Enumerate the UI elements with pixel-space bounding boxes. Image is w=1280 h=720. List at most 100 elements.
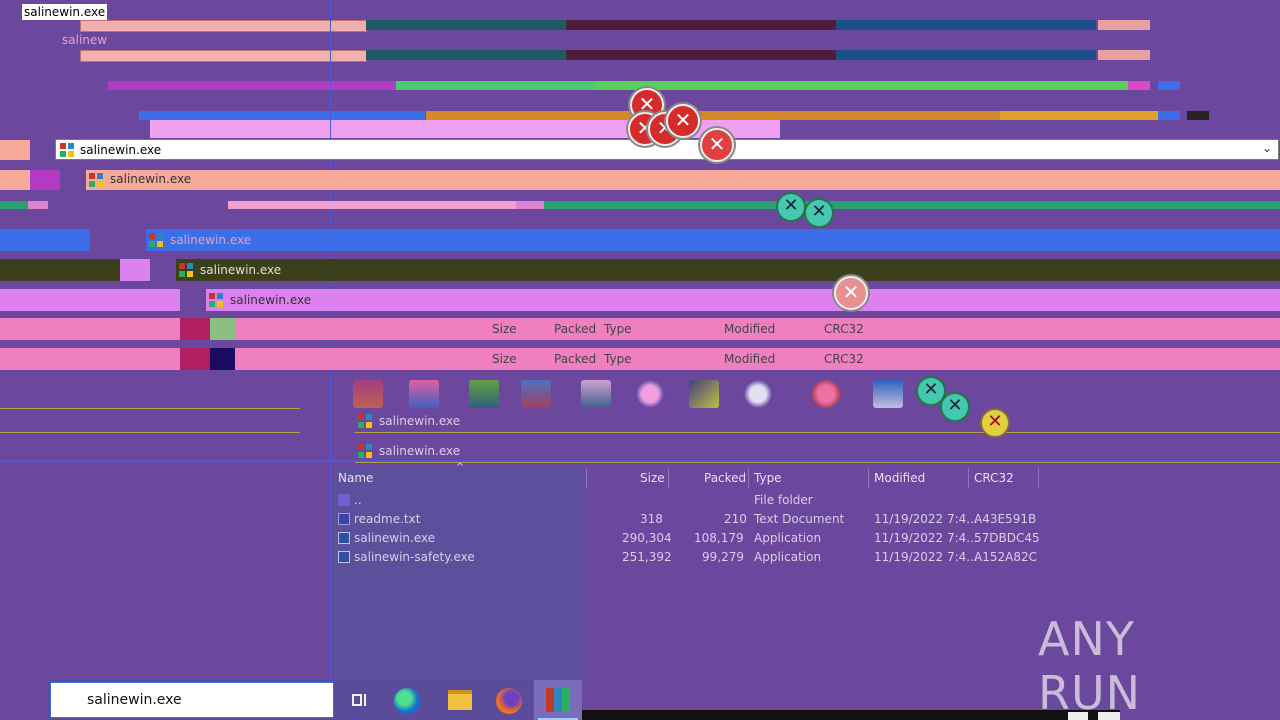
ghost-address-text: salinewin.exe: [379, 444, 461, 458]
file-modified: 11/19/2022 7:4...: [874, 531, 978, 545]
col-name[interactable]: Name: [338, 468, 373, 488]
anyrun-watermark: ANY RUN: [1038, 612, 1142, 720]
glitch-strip: [1098, 20, 1150, 30]
winrar-icon: [89, 173, 103, 187]
glitch-strip: [836, 50, 1096, 60]
ghost-header-row: Size Packed Type Modified CRC32: [0, 318, 1280, 340]
delete-icon[interactable]: [581, 380, 611, 408]
sort-up-icon: ^: [456, 462, 465, 473]
file-crc: A43E591B: [974, 512, 1037, 526]
chevron-down-icon[interactable]: ⌄: [1262, 141, 1272, 155]
ghost-label: salinew: [62, 33, 108, 47]
glitch-strip: [516, 201, 544, 209]
glitch-strip: [582, 710, 1120, 720]
col-modified[interactable]: Modified: [874, 468, 925, 488]
col-size: Size: [492, 322, 517, 336]
virusscan-icon[interactable]: [811, 380, 841, 408]
info-icon[interactable]: [743, 380, 773, 408]
list-item[interactable]: salinewin-safety.exe 251,392 99,279 Appl…: [334, 548, 1038, 567]
toolbar: [345, 378, 935, 412]
winrar-icon: [179, 263, 193, 277]
find-icon[interactable]: [635, 380, 665, 408]
file-name: salinewin.exe: [354, 531, 436, 545]
file-size: 290,304: [622, 531, 672, 545]
list-header: Name ^ Size Packed Type Modified CRC32: [334, 462, 1039, 488]
glitch-strip: [1187, 111, 1209, 120]
list-item[interactable]: salinewin.exe 290,304 108,179 Applicatio…: [334, 529, 1040, 548]
firefox-icon[interactable]: [496, 688, 522, 714]
glitch-strip: [566, 20, 836, 30]
add-icon[interactable]: [353, 380, 383, 408]
file-type: Application: [754, 531, 822, 545]
list-item[interactable]: readme.txt 318 210 Text Document 11/19/2…: [334, 510, 1038, 529]
ghost-address-bar: salinewin.exe: [86, 170, 1280, 190]
file-name: ..: [354, 493, 362, 507]
glitch-strip: [544, 201, 1280, 209]
error-icon: ✕: [776, 192, 806, 222]
ghost-line: [0, 432, 300, 433]
col-crc: CRC32: [824, 322, 864, 336]
glitch-strip: [1158, 111, 1180, 120]
edge-icon[interactable]: [394, 688, 420, 714]
winrar-icon[interactable]: [534, 680, 582, 720]
file-type: Application: [754, 550, 822, 564]
winrar-icon: [209, 293, 223, 307]
text-file-icon: [338, 513, 350, 525]
glitch-strip: [80, 20, 367, 32]
col-crc[interactable]: CRC32: [974, 468, 1014, 488]
file-packed: 99,279: [702, 550, 744, 564]
col-packed: Packed: [554, 322, 597, 336]
ghost-line: [0, 408, 300, 409]
glitch-strip: [0, 259, 120, 281]
col-type[interactable]: Type: [754, 468, 782, 488]
ghost-address-bar: salinewin.exe: [355, 410, 1280, 433]
file-name: readme.txt: [354, 512, 421, 526]
glitch-strip: [596, 81, 1128, 90]
col-modified: Modified: [724, 322, 776, 336]
ghost-header-row: Size Packed Type Modified CRC32: [0, 348, 1280, 370]
glitch-strip: [366, 50, 566, 60]
glitch-strip: [1158, 81, 1180, 90]
ghost-line: [0, 460, 1280, 462]
col-size[interactable]: Size: [640, 468, 665, 488]
task-view-icon[interactable]: [344, 684, 376, 716]
file-size: 318: [640, 512, 663, 526]
wizard-icon[interactable]: [689, 380, 719, 408]
glitch-strip: [366, 20, 566, 30]
window-edge: [330, 0, 331, 680]
col-type: Type: [604, 322, 632, 336]
glitch-strip: [120, 259, 150, 281]
ghost-address-text: salinewin.exe: [200, 263, 282, 277]
ghost-address-bar: salinewin.exe: [176, 259, 1280, 281]
error-icon: ✕: [940, 392, 970, 422]
glitch-strip: [28, 201, 48, 209]
sfx-icon[interactable]: [873, 380, 903, 408]
winrar-icon: [358, 414, 372, 428]
error-icon: ✕: [834, 276, 868, 310]
glitch-strip: [0, 229, 90, 251]
glitch-strip: [1000, 111, 1158, 120]
glitch-strip: [836, 20, 1096, 30]
col-packed: Packed: [554, 352, 597, 366]
extract-icon[interactable]: [409, 380, 439, 408]
search-input[interactable]: salinewin.exe: [87, 692, 182, 708]
list-item[interactable]: .. File folder: [334, 491, 1038, 510]
file-modified: 11/19/2022 7:4...: [874, 550, 978, 564]
test-icon[interactable]: [469, 380, 499, 408]
glitch-strip: [30, 170, 60, 190]
app-icon: [338, 532, 350, 544]
winrar-icon: [149, 233, 163, 247]
col-crc: CRC32: [824, 352, 864, 366]
glitch-strip: [396, 81, 596, 90]
view-icon[interactable]: [521, 380, 551, 408]
taskbar-search[interactable]: salinewin.exe: [50, 682, 334, 718]
app-icon: [338, 551, 350, 563]
glitch-strip: [1098, 50, 1150, 60]
file-explorer-icon[interactable]: [448, 690, 472, 710]
glitch-strip: [1068, 712, 1088, 720]
glitch-strip: [0, 140, 30, 160]
error-icon: ✕: [700, 128, 734, 162]
address-text: salinewin.exe: [80, 143, 162, 157]
col-packed[interactable]: Packed: [704, 468, 746, 488]
file-crc: 57DBDC45: [974, 531, 1040, 545]
